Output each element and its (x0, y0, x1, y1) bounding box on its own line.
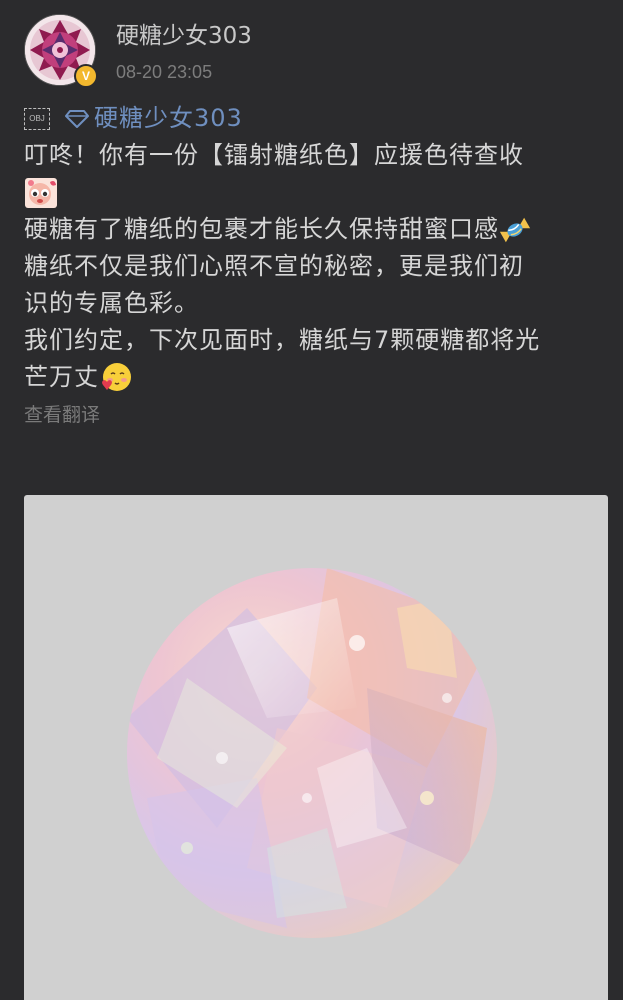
translate-link[interactable]: 查看翻译 (24, 400, 606, 430)
weibo-post: V 硬糖少女303 08-20 23:05 OBJ 硬糖少女303 叮咚！你有一… (0, 0, 623, 1000)
post-line-4b-text: 芒万丈 (24, 363, 99, 391)
mention-link[interactable]: 硬糖少女303 (64, 100, 243, 137)
post-line-2-text: 硬糖有了糖纸的包裹才能长久保持甜蜜口感 (24, 215, 499, 243)
candy-emoji (499, 217, 531, 243)
avatar[interactable]: V (24, 14, 98, 88)
post-line-1: 叮咚！你有一份【镭射糖纸色】应援色待查收 (24, 141, 524, 169)
post-image[interactable] (24, 495, 608, 1000)
diamond-icon (65, 109, 89, 128)
verified-badge: V (74, 64, 98, 88)
post-line-4b: 芒万丈 (24, 359, 606, 396)
post-line-3a: 糖纸不仅是我们心照不宣的秘密，更是我们初 (24, 252, 524, 280)
post-username[interactable]: 硬糖少女303 (116, 16, 252, 50)
blushing-heart-emoji (102, 363, 131, 391)
mention-text: 硬糖少女303 (94, 104, 243, 132)
post-line-4a: 我们约定，下次见面时，糖纸与7颗硬糖都将光 (24, 326, 541, 354)
holographic-candy-wrapper-image (127, 568, 497, 938)
object-placeholder-icon: OBJ (24, 107, 50, 130)
post-content: OBJ 硬糖少女303 叮咚！你有一份【镭射糖纸色】应援色待查收 硬糖有了糖纸的… (24, 100, 606, 430)
post-line-3b: 识的专属色彩。 (24, 289, 199, 317)
post-timestamp: 08-20 23:05 (116, 62, 213, 82)
post-line-2: 硬糖有了糖纸的包裹才能长久保持甜蜜口感 (24, 211, 606, 248)
mention-line: OBJ 硬糖少女303 (24, 100, 606, 137)
post-header: V 硬糖少女303 08-20 23:05 (24, 14, 604, 90)
candy-face-emoji (24, 174, 606, 211)
